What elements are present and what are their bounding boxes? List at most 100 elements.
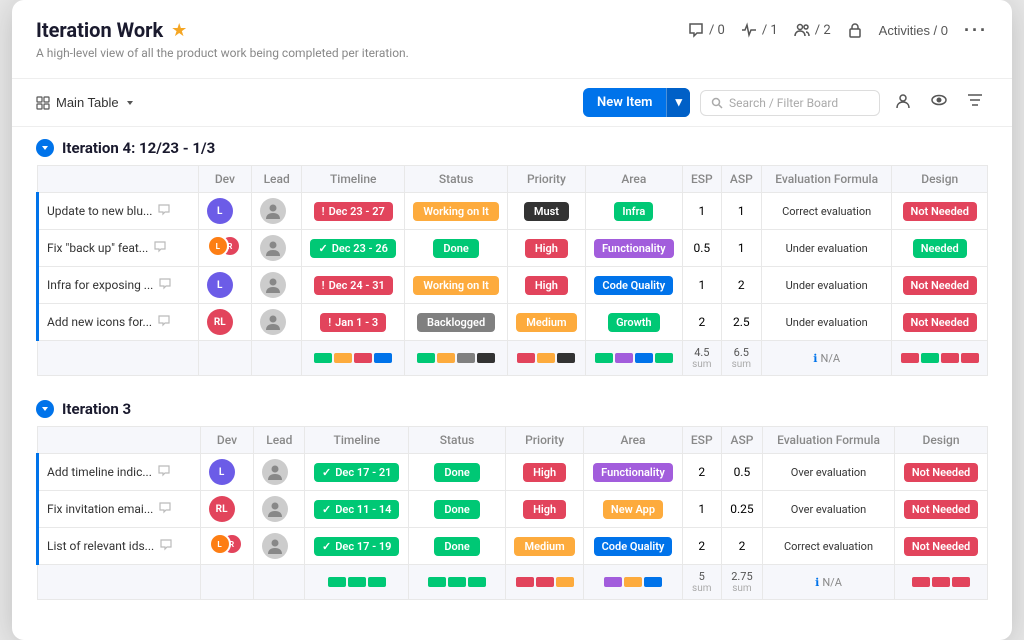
item-name-text: Update to new blu... xyxy=(47,204,152,218)
team-icon xyxy=(794,22,810,38)
main-table-button[interactable]: Main Table xyxy=(36,95,135,110)
lead-cell xyxy=(252,267,302,304)
col-esp: ESP xyxy=(682,427,721,454)
item-name-text: Add new icons for... xyxy=(47,315,152,329)
iteration4-table: Dev Lead Timeline Status Priority Area E… xyxy=(36,165,988,376)
chat-icon[interactable] xyxy=(158,465,170,480)
chat-icon[interactable] xyxy=(159,278,171,293)
summary-status xyxy=(405,341,508,376)
toolbar: Main Table New Item ▾ Search / Filter Bo… xyxy=(12,79,1012,127)
iteration3-header: Iteration 3 xyxy=(36,400,988,418)
table-row: Fix invitation emai...RL✓ Dec 11 - 14Don… xyxy=(38,491,988,528)
eye-button[interactable] xyxy=(926,87,952,118)
item-name-text: List of relevant ids... xyxy=(47,539,154,553)
timeline-cell: ! Jan 1 - 3 xyxy=(302,304,405,341)
table-row: List of relevant ids...LR✓ Dec 17 - 19Do… xyxy=(38,528,988,565)
eval-cell: Correct evaluation xyxy=(762,528,894,565)
esp-cell: 2 xyxy=(682,454,721,491)
col-eval: Evaluation Formula xyxy=(762,427,894,454)
lead-cell xyxy=(252,230,302,267)
chat-icon[interactable] xyxy=(158,315,170,330)
eval-cell: Over evaluation xyxy=(762,454,894,491)
dev-cell: RL xyxy=(198,304,251,341)
comment-stat: / 0 xyxy=(688,22,725,38)
lead-cell xyxy=(252,304,302,341)
status-cell: Done xyxy=(409,454,506,491)
dev-cell: L xyxy=(200,454,254,491)
summary-priority xyxy=(508,341,586,376)
col-priority: Priority xyxy=(505,427,584,454)
table-icon xyxy=(36,96,50,110)
header: Iteration Work ★ / 0 / 1 / 2 xyxy=(12,0,1012,79)
iteration4-toggle[interactable] xyxy=(36,139,54,157)
table-row: Fix "back up" feat...LR✓ Dec 23 - 26Done… xyxy=(38,230,988,267)
profile-icon xyxy=(894,91,912,109)
chat-icon[interactable] xyxy=(158,204,170,219)
iteration4-section: Iteration 4: 12/23 - 1/3 Dev Lead Timeli… xyxy=(36,139,988,376)
eval-cell: Under evaluation xyxy=(761,304,892,341)
design-cell: Not Needed xyxy=(892,304,988,341)
priority-cell: Must xyxy=(508,193,586,230)
col-design: Design xyxy=(892,166,988,193)
lead-cell xyxy=(252,193,302,230)
search-box[interactable]: Search / Filter Board xyxy=(700,90,880,116)
summary-area xyxy=(584,565,682,600)
new-item-arrow[interactable]: ▾ xyxy=(666,88,690,117)
filter-button[interactable] xyxy=(962,87,988,118)
summary-asp: 2.75sum xyxy=(721,565,762,600)
design-cell: Not Needed xyxy=(895,528,988,565)
chat-icon[interactable] xyxy=(160,539,172,554)
chat-icon[interactable] xyxy=(154,241,166,256)
star-icon: ★ xyxy=(171,20,187,41)
col-esp: ESP xyxy=(682,166,721,193)
summary-area xyxy=(585,341,682,376)
filter-icon xyxy=(966,91,984,109)
page-title: Iteration Work xyxy=(36,18,163,42)
summary-esp: 4.5sum xyxy=(682,341,721,376)
asp-cell: 1 xyxy=(721,193,761,230)
more-button[interactable]: ··· xyxy=(964,20,988,41)
timeline-cell: ! Dec 23 - 27 xyxy=(302,193,405,230)
area-cell: Infra xyxy=(585,193,682,230)
iteration3-section: Iteration 3 Dev Lead Timeline Status Pri… xyxy=(36,400,988,600)
iteration4-title: Iteration 4: 12/23 - 1/3 xyxy=(62,139,215,157)
new-item-button[interactable]: New Item ▾ xyxy=(583,88,690,117)
summary-empty xyxy=(38,565,201,600)
item-name-text: Infra for exposing ... xyxy=(47,278,153,292)
area-cell: New App xyxy=(584,491,682,528)
pulse-icon xyxy=(741,22,757,38)
summary-empty xyxy=(38,341,199,376)
summary-dev xyxy=(198,341,251,376)
col-priority: Priority xyxy=(508,166,586,193)
content: Iteration 4: 12/23 - 1/3 Dev Lead Timeli… xyxy=(12,127,1012,640)
esp-cell: 2 xyxy=(682,528,721,565)
design-cell: Needed xyxy=(892,230,988,267)
iteration3-title: Iteration 3 xyxy=(62,400,131,418)
col-timeline: Timeline xyxy=(302,166,405,193)
priority-cell: High xyxy=(505,454,584,491)
comment-count: / 0 xyxy=(709,23,725,38)
area-cell: Code Quality xyxy=(585,267,682,304)
summary-lead xyxy=(254,565,305,600)
area-cell: Growth xyxy=(585,304,682,341)
status-cell: Backlogged xyxy=(405,304,508,341)
summary-eval: ℹN/A xyxy=(762,565,894,600)
activities-button[interactable]: Activities / 0 xyxy=(879,23,948,38)
timeline-cell: ! Dec 24 - 31 xyxy=(302,267,405,304)
col-asp: ASP xyxy=(721,427,762,454)
timeline-cell: ✓ Dec 17 - 21 xyxy=(305,454,409,491)
new-item-label: New Item xyxy=(583,88,666,117)
status-cell: Working on It xyxy=(405,267,508,304)
chat-icon[interactable] xyxy=(159,502,171,517)
search-placeholder: Search / Filter Board xyxy=(729,96,838,110)
esp-cell: 1 xyxy=(682,193,721,230)
table-row: Add timeline indic...L✓ Dec 17 - 21DoneH… xyxy=(38,454,988,491)
status-cell: Done xyxy=(405,230,508,267)
profile-button[interactable] xyxy=(890,87,916,118)
iteration3-toggle[interactable] xyxy=(36,400,54,418)
design-cell: Not Needed xyxy=(895,454,988,491)
asp-cell: 1 xyxy=(721,230,761,267)
title-area: Iteration Work ★ xyxy=(36,18,187,42)
pulse-stat: / 1 xyxy=(741,22,778,38)
table-row: Add new icons for... RL ! Jan 1 - 3Backlog… xyxy=(38,304,988,341)
